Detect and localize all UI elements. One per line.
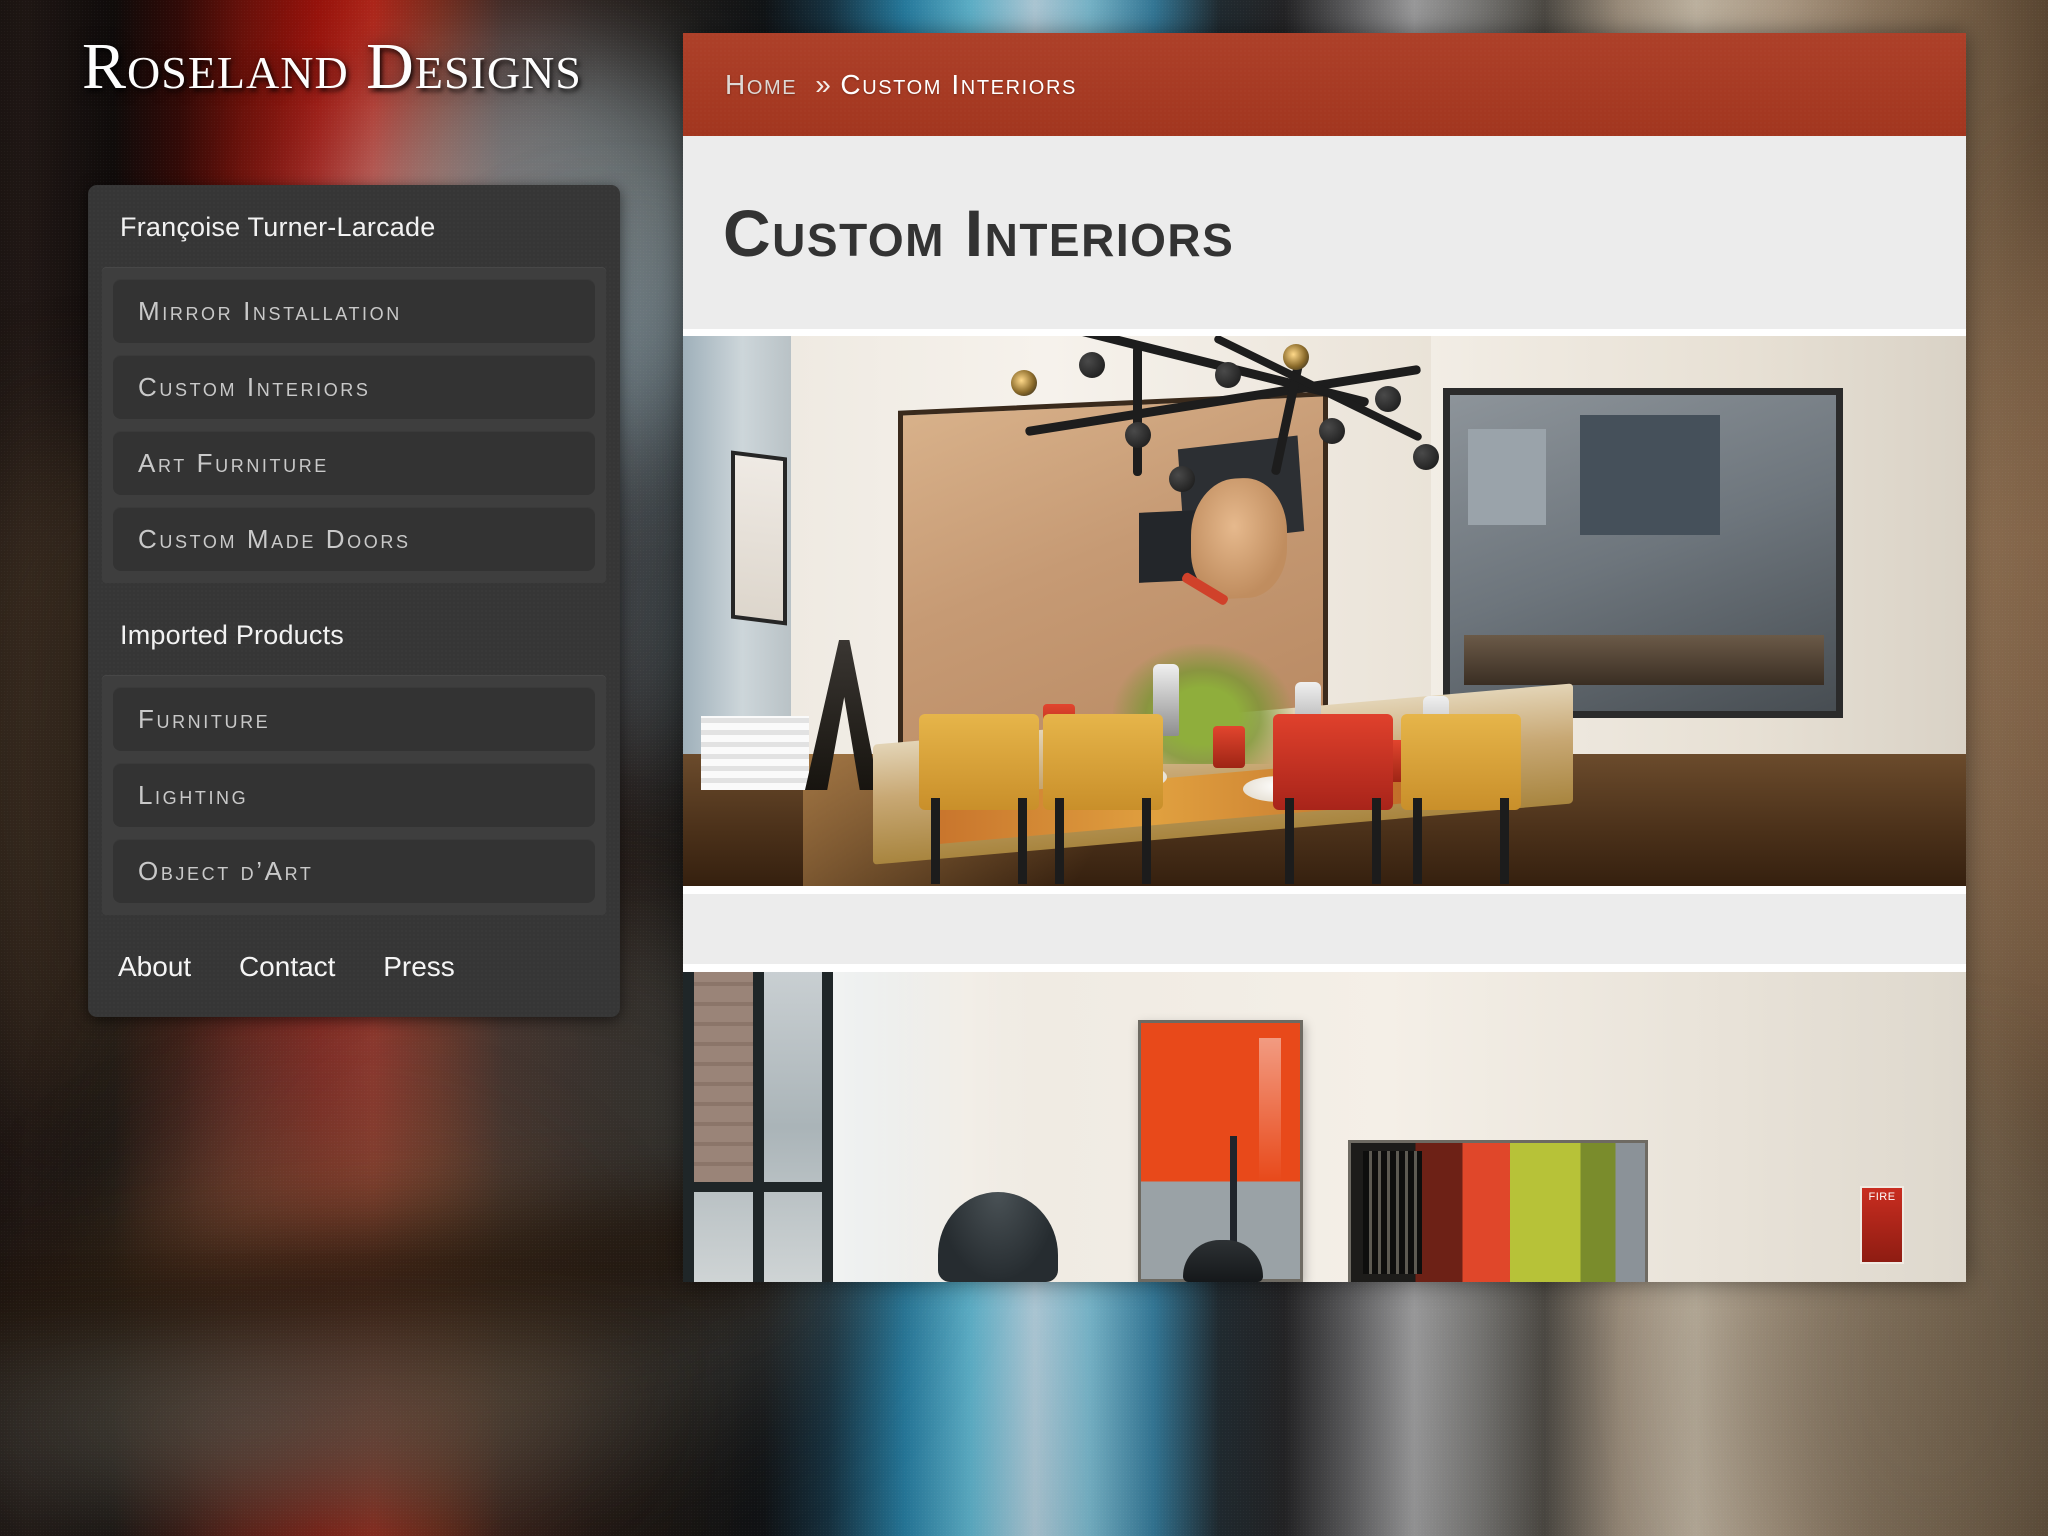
glass-highlight [1258,1038,1281,1182]
photo-red-glass [1213,726,1245,768]
breadcrumb: Home » Custom Interiors [683,33,1966,136]
photo-sputnik-chandelier [983,336,1463,516]
page-title: Custom Interiors [723,195,1235,270]
glass-art-bars [1362,1151,1422,1274]
mirror-reflection-art [1580,415,1720,535]
site-logo[interactable]: Roseland Designs [82,34,582,100]
photo2-window-transom [683,1182,833,1192]
link-press[interactable]: Press [383,951,455,982]
breadcrumb-current: Custom Interiors [840,68,1077,100]
photo-large-mirror [1443,388,1843,718]
sidebar-item-custom-interiors[interactable]: Custom Interiors [113,355,595,419]
sidebar-item-custom-made-doors[interactable]: Custom Made Doors [113,507,595,571]
fire-exit-sign-text: FIRE [1868,1191,1896,1203]
nav-group-imported: Furniture Lighting Object d’Art [102,675,606,915]
photo-dining-chair [1401,714,1521,884]
page-title-block: Custom Interiors [683,136,1966,336]
photo-small-framed-art [731,450,787,626]
sidebar-item-art-furniture[interactable]: Art Furniture [113,431,595,495]
sidebar-item-object-dart[interactable]: Object d’Art [113,839,595,903]
sidebar-item-mirror-installation[interactable]: Mirror Installation [113,279,595,343]
sidebar-item-lighting[interactable]: Lighting [113,763,595,827]
breadcrumb-home[interactable]: Home [725,69,797,101]
photo2-window-mullion [822,972,833,1282]
photo2-window-mullion [753,972,764,1282]
gallery-photo-dining-room[interactable] [683,336,1966,886]
nav-group-designer: Mirror Installation Custom Interiors Art… [102,267,606,583]
sidebar-item-furniture[interactable]: Furniture [113,687,595,751]
mirror-reflection-table [1464,635,1824,685]
gallery-photo-glass-panels[interactable]: FIRE [683,972,1966,1282]
photo-radiator [701,716,809,790]
main-content-panel: Home » Custom Interiors Custom Interiors [683,33,1966,1282]
sidebar-bottom-links: About Contact Press [88,925,620,1013]
nav-section-title-designer: Françoise Turner-Larcade [120,212,436,242]
link-contact[interactable]: Contact [239,951,336,982]
photo-dining-chair [919,714,1039,884]
navigation-panel: Françoise Turner-Larcade Mirror Installa… [88,185,620,1017]
sidebar: Roseland Designs Françoise Turner-Larcad… [0,0,683,1536]
photo-dining-chair [1043,714,1163,884]
photo2-window-mullion [683,972,694,1282]
link-about[interactable]: About [118,951,191,982]
fire-exit-sign: FIRE [1860,1186,1904,1264]
nav-section-title-imported: Imported Products [120,620,345,650]
breadcrumb-separator-icon: » [815,68,833,100]
mirror-reflection-art [1468,429,1546,525]
gallery-caption-strip [683,886,1966,972]
photo-dining-chair-red [1273,714,1393,884]
photo2-colored-glass-art [1348,1140,1648,1282]
